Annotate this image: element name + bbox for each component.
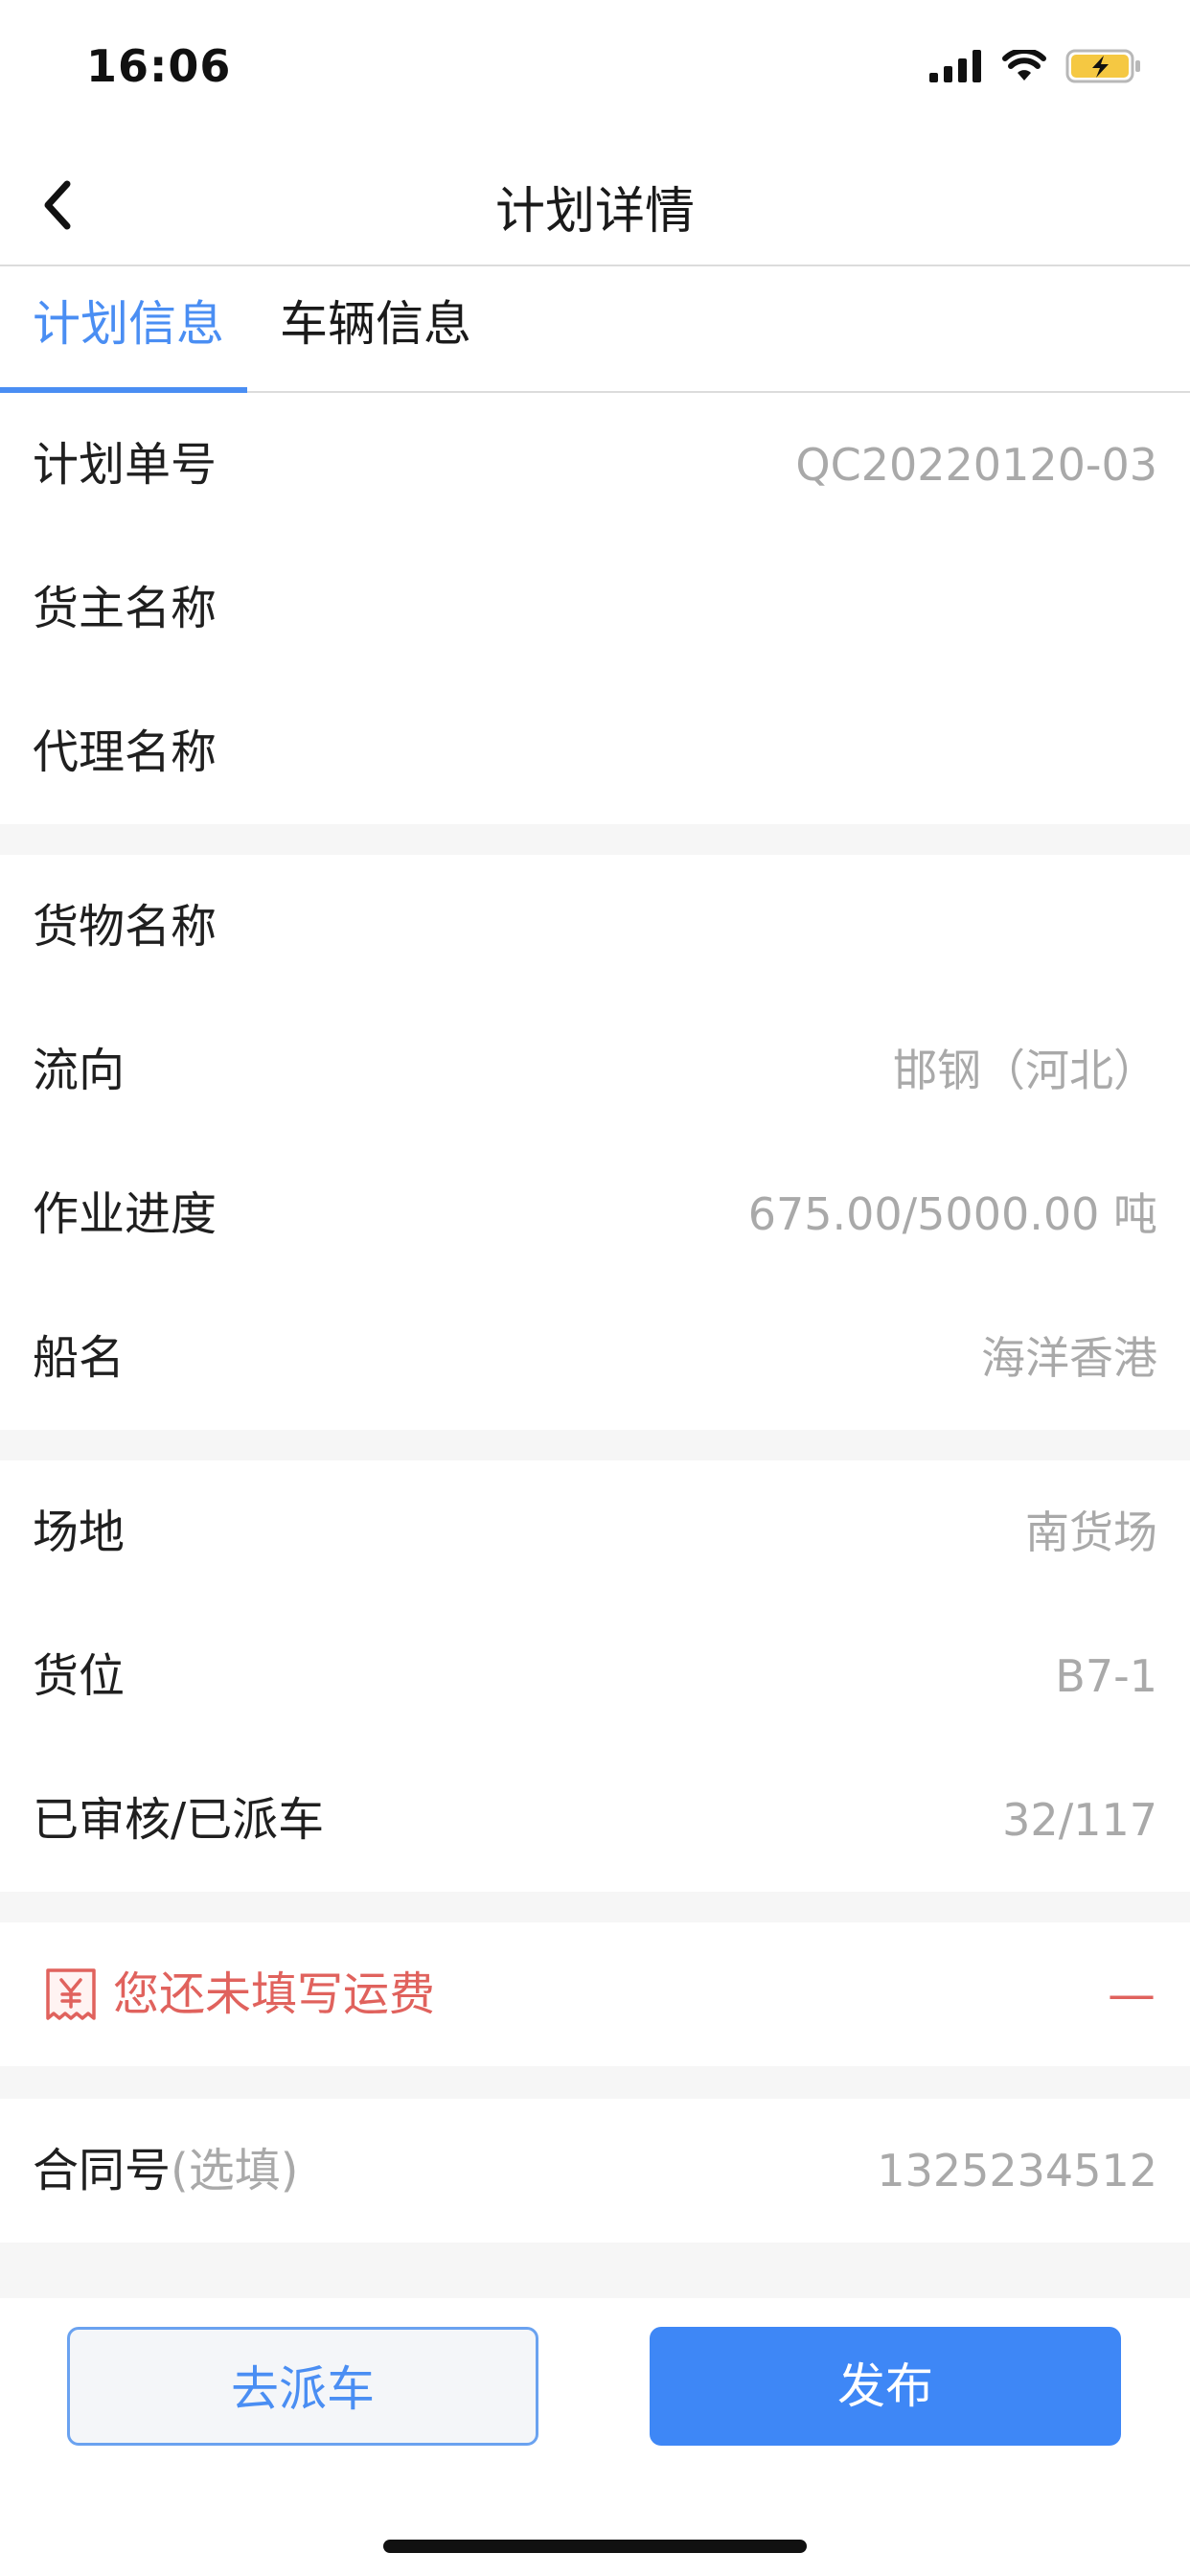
freight-toggle-icon[interactable]: — bbox=[1108, 1922, 1156, 2066]
tab-bar: 计划信息 车辆信息 bbox=[0, 266, 1190, 393]
slot-value: B7-1 bbox=[1055, 1650, 1157, 1702]
status-icons bbox=[929, 48, 1142, 84]
publish-button[interactable]: 发布 bbox=[650, 2327, 1121, 2446]
row-label: 计划单号 bbox=[33, 438, 217, 492]
freight-section: 您还未填写运费 — bbox=[0, 1922, 1190, 2066]
row-label: 代理名称 bbox=[33, 725, 217, 779]
tab-vehicle-info[interactable]: 车辆信息 bbox=[280, 286, 471, 355]
footer-actions: 去派车 发布 bbox=[0, 2298, 1190, 2576]
receipt-yuan-icon bbox=[46, 1968, 96, 2020]
yard-section: 场地 南货场 货位 B7-1 已审核/已派车 32/117 bbox=[0, 1460, 1190, 1892]
list-item: 货主名称 bbox=[0, 537, 1190, 680]
section-divider bbox=[0, 1892, 1190, 1922]
list-item: 作业进度 675.00/5000.00 吨 bbox=[0, 1142, 1190, 1286]
section-divider bbox=[0, 2242, 1190, 2298]
contract-number-row[interactable]: 合同号(选填) 1325234512 bbox=[0, 2099, 1190, 2242]
list-item: 场地 南货场 bbox=[0, 1460, 1190, 1604]
plan-basic-section: 计划单号 QC20220120-03 货主名称 代理名称 bbox=[0, 393, 1190, 824]
row-label: 已审核/已派车 bbox=[33, 1793, 325, 1847]
battery-charging-icon bbox=[1065, 49, 1140, 83]
page-title: 计划详情 bbox=[494, 183, 695, 241]
row-label: 货主名称 bbox=[33, 582, 217, 635]
list-item: 流向 邯钢（河北） bbox=[0, 999, 1190, 1142]
row-label: 船名 bbox=[33, 1331, 126, 1385]
row-label: 货位 bbox=[33, 1649, 126, 1703]
yard-value: 南货场 bbox=[1025, 1506, 1157, 1558]
contract-section: 合同号(选填) 1325234512 bbox=[0, 2099, 1190, 2242]
progress-value: 675.00/5000.00 吨 bbox=[747, 1188, 1157, 1240]
cellular-signal-icon bbox=[929, 50, 981, 82]
list-item: 货位 B7-1 bbox=[0, 1604, 1190, 1748]
row-label: 流向 bbox=[33, 1044, 126, 1097]
flow-direction-value: 邯钢（河北） bbox=[893, 1045, 1157, 1096]
section-divider bbox=[0, 2066, 1190, 2099]
list-item: 已审核/已派车 32/117 bbox=[0, 1748, 1190, 1892]
approved-dispatched-value: 32/117 bbox=[1002, 1794, 1157, 1846]
section-divider bbox=[0, 824, 1190, 855]
cargo-section: 货物名称 流向 邯钢（河北） 作业进度 675.00/5000.00 吨 船名 … bbox=[0, 855, 1190, 1430]
list-item: 计划单号 QC20220120-03 bbox=[0, 393, 1190, 537]
list-item: 货物名称 bbox=[0, 855, 1190, 999]
contract-label: 合同号(选填) bbox=[33, 2099, 298, 2242]
plan-number-value: QC20220120-03 bbox=[795, 439, 1157, 491]
contract-label-text: 合同号 bbox=[33, 2144, 172, 2197]
status-time: 16:06 bbox=[86, 40, 232, 92]
dispatch-button[interactable]: 去派车 bbox=[67, 2327, 538, 2446]
freight-notice-text: 您还未填写运费 bbox=[113, 1967, 436, 2021]
nav-bar: 计划详情 bbox=[0, 144, 1190, 266]
list-item: 代理名称 bbox=[0, 680, 1190, 824]
row-label: 作业进度 bbox=[33, 1187, 217, 1241]
status-bar: 16:06 bbox=[0, 0, 1190, 144]
ship-name-value: 海洋香港 bbox=[981, 1332, 1157, 1384]
freight-notice-row[interactable]: 您还未填写运费 — bbox=[0, 1922, 1190, 2066]
contract-number-value[interactable]: 1325234512 bbox=[877, 2099, 1157, 2242]
row-label: 货物名称 bbox=[33, 900, 217, 954]
section-divider bbox=[0, 1430, 1190, 1460]
wifi-icon bbox=[1002, 50, 1046, 80]
tab-plan-info[interactable]: 计划信息 bbox=[33, 286, 224, 355]
contract-optional-hint: (选填) bbox=[171, 2144, 299, 2197]
row-label: 场地 bbox=[33, 1506, 126, 1559]
list-item: 船名 海洋香港 bbox=[0, 1286, 1190, 1430]
home-indicator bbox=[383, 2540, 807, 2553]
